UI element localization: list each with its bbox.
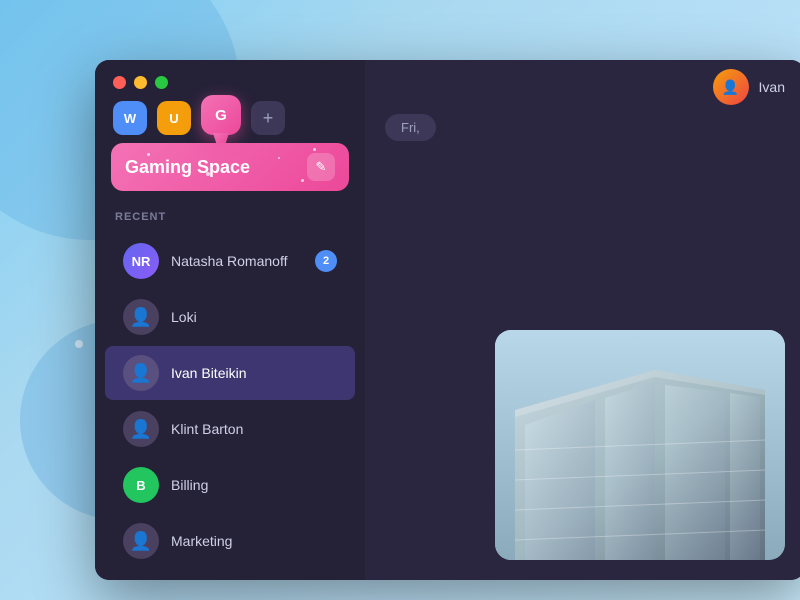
space-tab-w[interactable]: W: [113, 101, 147, 135]
sidebar: W U G + Gaming Space ✎: [95, 60, 365, 580]
sidebar-item-marketing[interactable]: 👤 Marketing: [105, 514, 355, 568]
item-name-marketing: Marketing: [171, 533, 337, 549]
space-tab-add[interactable]: +: [251, 101, 285, 135]
sidebar-item-natasha[interactable]: NR Natasha Romanoff 2: [105, 234, 355, 288]
sidebar-item-loki[interactable]: 👤 Loki: [105, 290, 355, 344]
item-name-natasha: Natasha Romanoff: [171, 253, 303, 269]
building-image: [495, 330, 785, 560]
minimize-button[interactable]: [134, 76, 147, 89]
avatar-billing: B: [123, 467, 159, 503]
item-name-loki: Loki: [171, 309, 337, 325]
item-name-klint: Klint Barton: [171, 421, 337, 437]
app-window: W U G + Gaming Space ✎: [95, 60, 800, 580]
top-bar: 👤 Ivan: [365, 60, 800, 114]
maximize-button[interactable]: [155, 76, 168, 89]
building-visual: [495, 330, 785, 560]
space-tab-g[interactable]: G: [201, 95, 241, 135]
avatar-marketing: 👤: [123, 523, 159, 559]
space-tab-u[interactable]: U: [157, 101, 191, 135]
main-content: 👤 Ivan Fri,: [365, 60, 800, 580]
active-space-bar: Gaming Space ✎: [111, 143, 349, 191]
avatar-loki: 👤: [123, 299, 159, 335]
user-info: 👤 Ivan: [713, 69, 785, 105]
space-tabs: W U G +: [95, 101, 365, 135]
recent-label: RECENT: [95, 191, 365, 233]
close-button[interactable]: [113, 76, 126, 89]
date-chip: Fri,: [385, 114, 436, 141]
sidebar-item-ivan[interactable]: 👤 Ivan Biteikin: [105, 346, 355, 400]
sidebar-item-klint[interactable]: 👤 Klint Barton: [105, 402, 355, 456]
sidebar-item-billing[interactable]: B Billing: [105, 458, 355, 512]
item-name-billing: Billing: [171, 477, 337, 493]
item-name-ivan: Ivan Biteikin: [171, 365, 337, 381]
avatar-klint: 👤: [123, 411, 159, 447]
bg-dot: [75, 340, 83, 348]
edit-space-button[interactable]: ✎: [307, 153, 335, 181]
badge-natasha: 2: [315, 250, 337, 272]
user-name: Ivan: [759, 79, 785, 95]
active-space-name: Gaming Space: [125, 157, 250, 178]
avatar-natasha: NR: [123, 243, 159, 279]
user-avatar: 👤: [713, 69, 749, 105]
avatar-ivan: 👤: [123, 355, 159, 391]
